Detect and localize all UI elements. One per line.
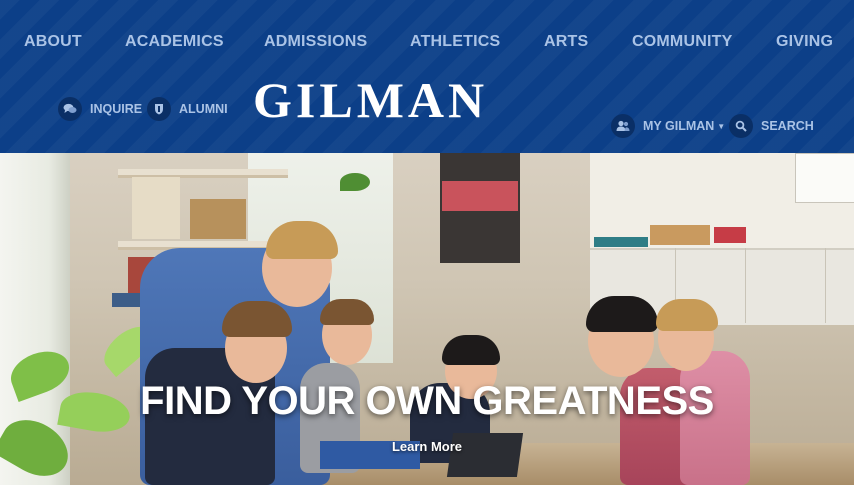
cabinet-divider [825,248,826,323]
nav-item-admissions[interactable]: ADMISSIONS [264,33,367,51]
supply-box [714,227,746,243]
alumni-label: ALUMNI [179,102,228,116]
hero-banner: FIND YOUR OWN GREATNESS Learn More [0,153,854,485]
chat-bubbles-icon [58,97,82,121]
alumni-link[interactable]: ALUMNI [147,97,228,121]
wall-chart [795,153,854,203]
inquire-label: INQUIRE [90,102,143,116]
chevron-down-icon: ▼ [717,121,726,131]
my-gilman-label: MY GILMAN [643,119,715,133]
supply-box [650,225,710,245]
my-gilman-menu[interactable]: MY GILMAN ▼ [611,114,725,138]
nav-item-about[interactable]: ABOUT [24,33,82,51]
nav-item-arts[interactable]: ARTS [544,33,588,51]
gilman-logo[interactable]: GILMAN [253,72,573,128]
nav-item-academics[interactable]: ACADEMICS [125,33,224,51]
main-nav: ABOUT ACADEMICS ADMISSIONS ATHLETICS ART… [0,33,854,55]
student-hair [222,301,292,337]
student-hair [586,296,658,332]
nav-item-giving[interactable]: GIVING [776,33,833,51]
cabinet-divider [745,248,746,323]
shield-icon [147,97,171,121]
inquire-link[interactable]: INQUIRE [58,97,142,121]
search-icon [729,114,753,138]
search-label: SEARCH [761,119,814,133]
plant [340,173,370,191]
learn-more-link[interactable]: Learn More [0,439,854,454]
supply-box [594,237,648,247]
book-stack [190,199,246,239]
learn-more-label[interactable]: Learn More [392,439,462,454]
nav-item-community[interactable]: COMMUNITY [632,33,732,51]
book-stack [132,177,180,239]
student-hair [442,335,500,365]
nav-item-athletics[interactable]: ATHLETICS [410,33,500,51]
wall-poster [442,181,518,211]
search-link[interactable]: SEARCH [729,114,814,138]
student-hair [320,299,374,325]
student-hair [656,299,718,331]
users-icon [611,114,635,138]
site-header: ABOUT ACADEMICS ADMISSIONS ATHLETICS ART… [0,0,854,153]
hero-headline: FIND YOUR OWN GREATNESS [140,379,714,423]
